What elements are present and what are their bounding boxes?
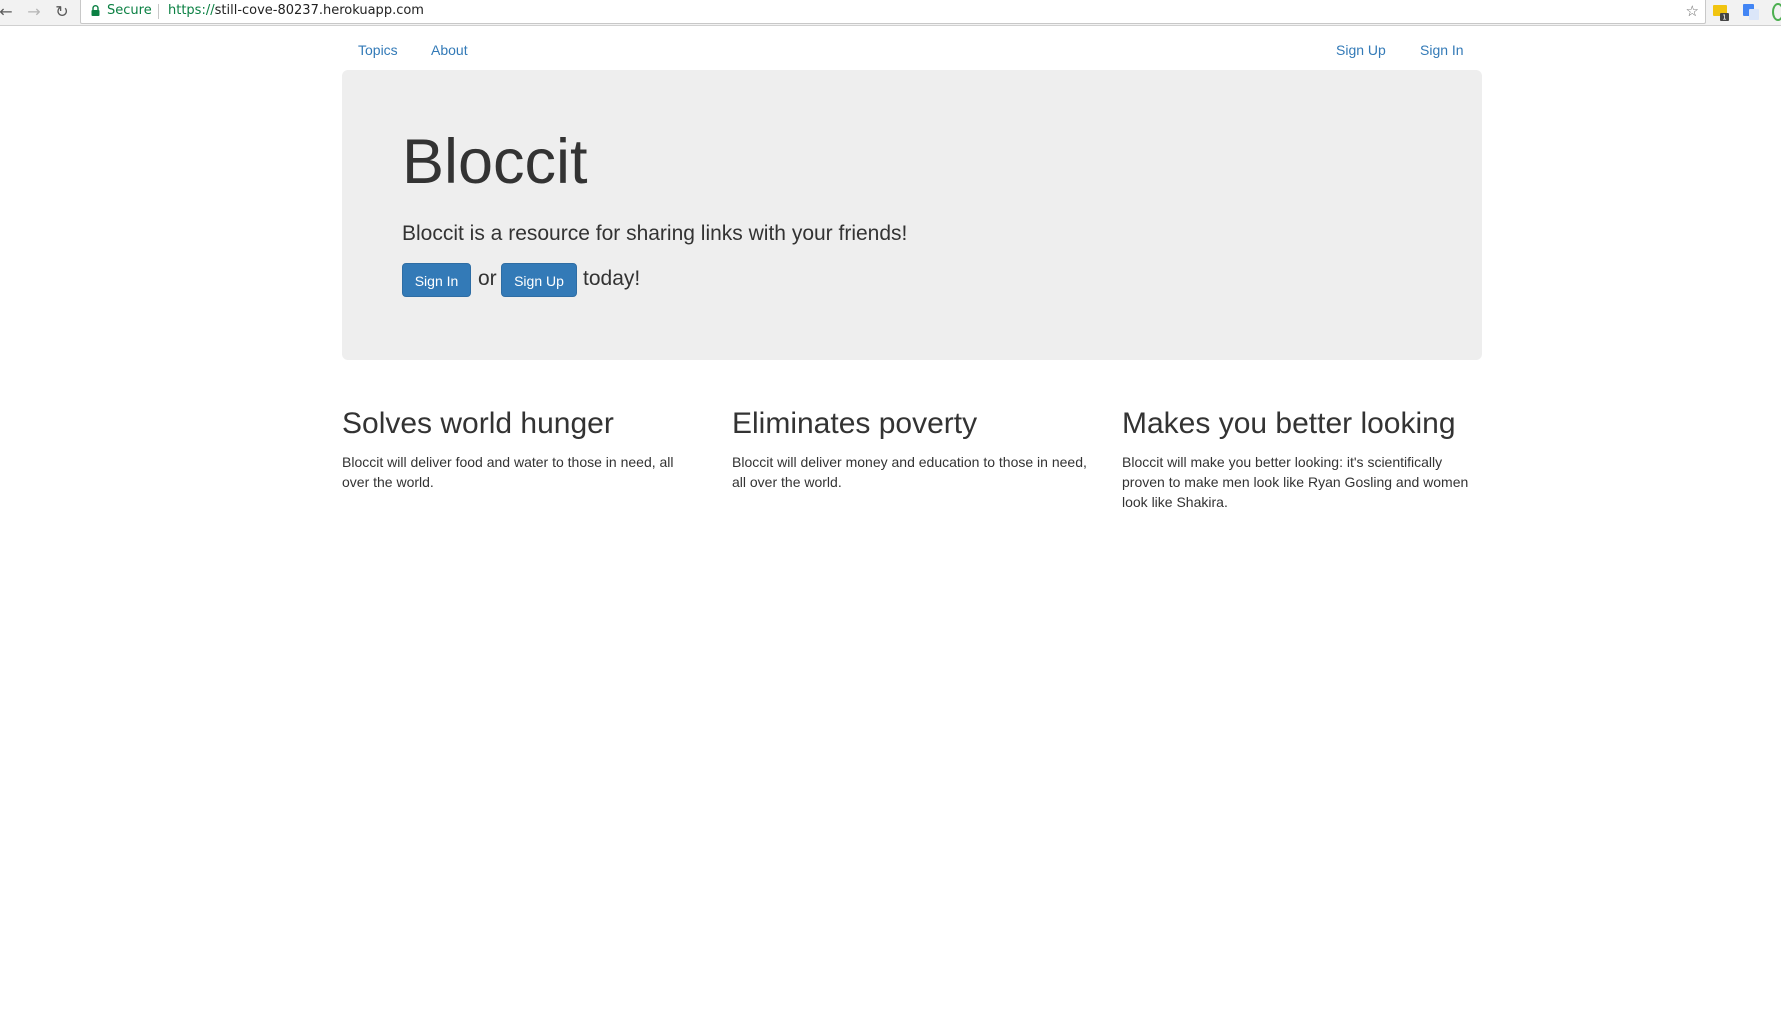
- nav-link-topics[interactable]: Topics: [358, 42, 398, 58]
- browser-toolbar: ← → ↻ Secure https://still-cove-80237.he…: [0, 0, 1781, 26]
- feature-title: Makes you better looking: [1122, 407, 1456, 440]
- translate-icon[interactable]: [1742, 3, 1760, 21]
- star-icon[interactable]: ☆: [1686, 0, 1699, 22]
- back-icon[interactable]: ←: [0, 2, 16, 22]
- sign-in-button[interactable]: Sign In: [402, 263, 471, 297]
- forward-icon[interactable]: →: [24, 2, 44, 22]
- extension-icon[interactable]: 1: [1712, 3, 1730, 21]
- hero-lead: Bloccit is a resource for sharing links …: [402, 222, 908, 245]
- omnibox-divider: [158, 4, 159, 19]
- nav-link-about[interactable]: About: [431, 42, 468, 58]
- secure-label: Secure: [107, 3, 152, 18]
- url-scheme: https://: [168, 3, 215, 18]
- cta-or-text: or: [478, 267, 497, 290]
- nav-link-sign-up[interactable]: Sign Up: [1336, 42, 1386, 58]
- url-text[interactable]: https://still-cove-80237.herokuapp.com: [168, 0, 424, 22]
- feature-title: Eliminates poverty: [732, 407, 978, 440]
- page-container: Topics About Sign Up Sign In Bloccit Blo…: [342, 30, 1482, 510]
- extension-badge: 1: [1722, 14, 1726, 22]
- hero-jumbotron: Bloccit Bloccit is a resource for sharin…: [342, 70, 1482, 360]
- nav-link-sign-in[interactable]: Sign In: [1420, 42, 1464, 58]
- feature-title: Solves world hunger: [342, 407, 614, 440]
- feature-column: Solves world hunger Bloccit will deliver…: [342, 407, 702, 492]
- feature-text: Bloccit will make you better looking: it…: [1122, 454, 1469, 510]
- hero-title: Bloccit: [402, 127, 588, 197]
- profile-icon[interactable]: [1772, 3, 1781, 21]
- feature-text: Bloccit will deliver money and education…: [732, 454, 1087, 490]
- reload-icon[interactable]: ↻: [52, 2, 72, 22]
- feature-column: Makes you better looking Bloccit will ma…: [1122, 407, 1482, 512]
- feature-text: Bloccit will deliver food and water to t…: [342, 454, 674, 490]
- lock-icon: [91, 5, 100, 16]
- address-bar[interactable]: Secure https://still-cove-80237.herokuap…: [80, 0, 1706, 24]
- cta-today-text: today!: [583, 267, 641, 290]
- sign-up-button[interactable]: Sign Up: [501, 263, 577, 297]
- feature-column: Eliminates poverty Bloccit will deliver …: [732, 407, 1092, 492]
- url-host: still-cove-80237.herokuapp.com: [214, 3, 424, 18]
- top-navbar: Topics About Sign Up Sign In: [342, 30, 1482, 70]
